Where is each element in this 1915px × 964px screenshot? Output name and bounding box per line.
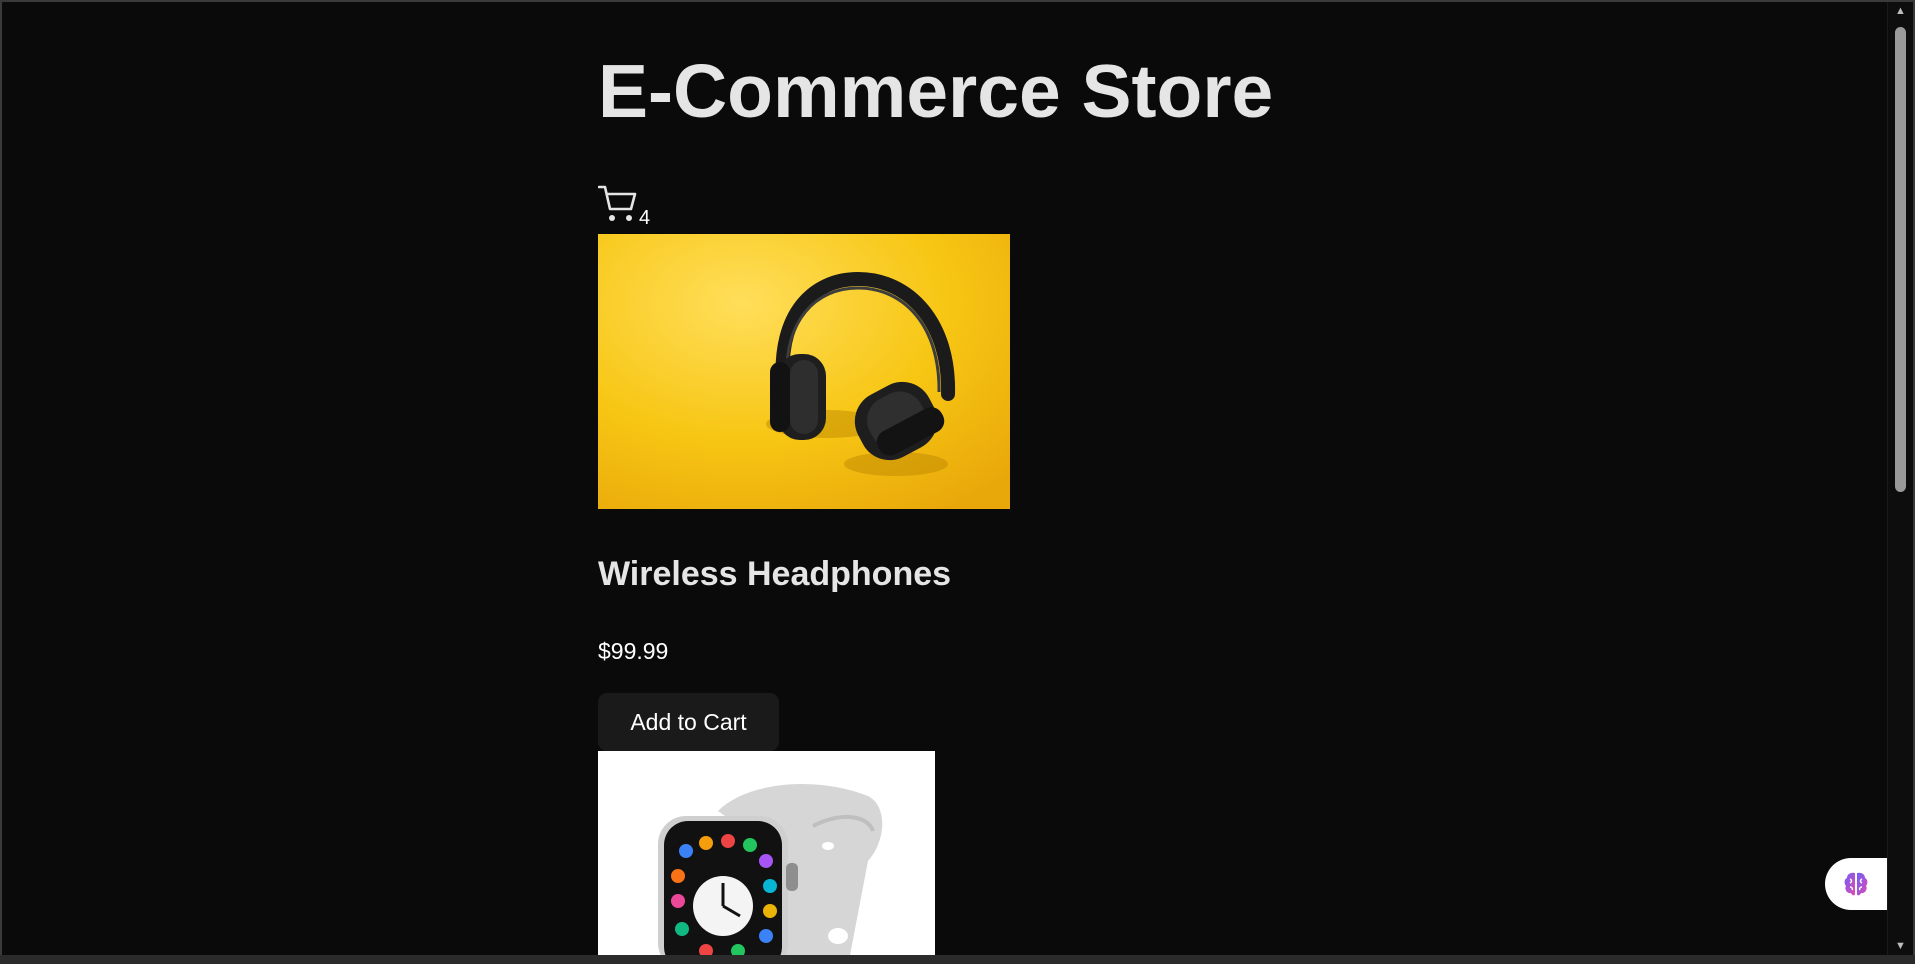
cart-icon — [598, 184, 638, 224]
scrollbar-thumb[interactable] — [1895, 27, 1906, 492]
scroll-down-arrow-icon[interactable]: ▼ — [1888, 937, 1913, 955]
assistant-button[interactable] — [1825, 858, 1887, 910]
product-image-headphones[interactable] — [598, 234, 1010, 509]
page-title: E-Commerce Store — [598, 49, 1274, 133]
product-image-smartwatch[interactable] — [598, 751, 935, 955]
scroll-up-arrow-icon[interactable]: ▲ — [1888, 2, 1913, 20]
vertical-scrollbar[interactable]: ▲ ▼ — [1887, 2, 1913, 955]
brain-icon — [1844, 872, 1868, 896]
browser-viewport: E-Commerce Store 4 Wireless Headphones $… — [2, 2, 1887, 955]
product-name: Wireless Headphones — [598, 555, 952, 593]
product-price: $99.99 — [598, 638, 669, 664]
add-to-cart-button[interactable]: Add to Cart — [598, 693, 779, 751]
window-bottom-border — [0, 955, 1915, 964]
cart-indicator[interactable]: 4 — [598, 184, 650, 228]
cart-count: 4 — [639, 207, 651, 229]
